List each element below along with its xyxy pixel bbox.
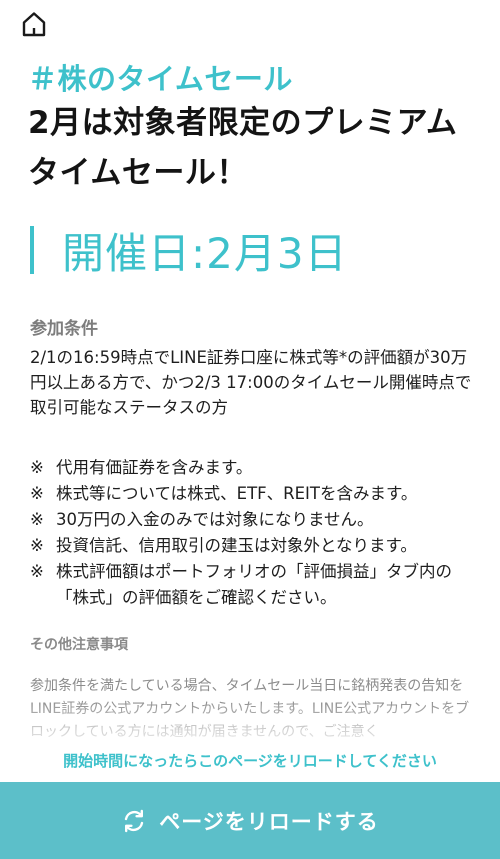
note-text: 30万円の入金のみでは対象になりません。 <box>56 510 374 529</box>
conditions-title: 参加条件 <box>30 319 98 339</box>
other-notes-title: その他注意事項 <box>30 637 128 653</box>
reload-button-label: ページをリロードする <box>159 809 379 834</box>
note-text: 株式評価額はポートフォリオの「評価損益」タブ内の「株式」の評価額をご確認ください… <box>56 562 452 607</box>
date-accent-bar <box>30 226 34 274</box>
note-item: ※ 投資信託、信用取引の建玉は対象外となります。 <box>30 533 478 559</box>
note-item: ※ 30万円の入金のみでは対象になりません。 <box>30 507 478 533</box>
note-mark: ※ <box>30 562 44 581</box>
note-text: 代用有価証券を含みます。 <box>56 458 253 477</box>
reload-notice: 開始時間になったらこのページをリロードしてください <box>63 752 437 770</box>
reload-button[interactable]: ページをリロードする <box>0 782 500 859</box>
event-date-text: 開催日:2月3日 <box>62 228 348 278</box>
note-mark: ※ <box>30 458 44 477</box>
note-mark: ※ <box>30 510 44 529</box>
conditions-body: 2/1の16:59時点でLINE証券口座に株式等*の評価額が30万円以上ある方で… <box>30 348 472 417</box>
home-icon <box>22 12 46 37</box>
home-button[interactable] <box>20 10 48 38</box>
note-mark: ※ <box>30 536 44 555</box>
page-headline: 2月は対象者限定のプレミアムタイムセール！ <box>28 105 458 191</box>
note-mark: ※ <box>30 484 44 503</box>
note-text: 投資信託、信用取引の建玉は対象外となります。 <box>56 536 417 555</box>
note-item: ※ 代用有価証券を含みます。 <box>30 455 478 481</box>
hashtag-title: ＃株のタイムセール <box>28 62 293 96</box>
page: ＃株のタイムセール 2月は対象者限定のプレミアムタイムセール！ 開催日:2月3日… <box>0 0 500 859</box>
reload-icon <box>125 809 144 832</box>
event-date: 開催日:2月3日 <box>30 220 348 280</box>
note-text: 株式等については株式、ETF、REITを含みます。 <box>56 484 418 503</box>
other-notes-body: 参加条件を満たしている場合、タイムセール当日に銘柄発表の告知をLINE証券の公式… <box>30 678 470 740</box>
conditions-notes: ※ 代用有価証券を含みます。 ※ 株式等については株式、ETF、REITを含みま… <box>30 455 478 611</box>
note-item: ※ 株式評価額はポートフォリオの「評価損益」タブ内の「株式」の評価額をご確認くだ… <box>30 559 478 611</box>
note-item: ※ 株式等については株式、ETF、REITを含みます。 <box>30 481 478 507</box>
